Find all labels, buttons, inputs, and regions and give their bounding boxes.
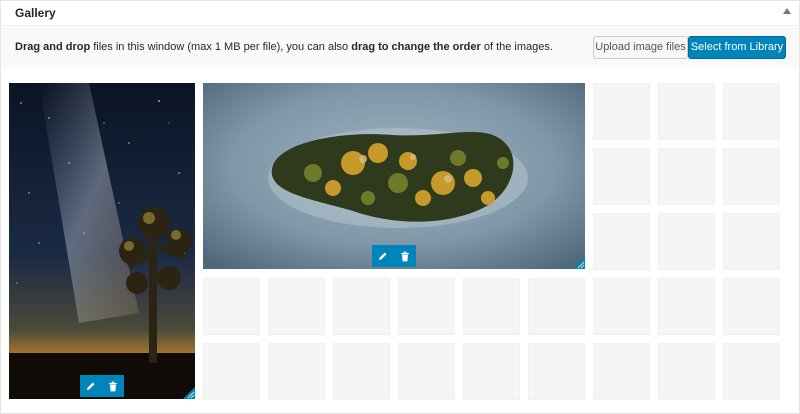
empty-slot xyxy=(723,83,780,140)
image-actions xyxy=(80,375,124,397)
empty-slot xyxy=(463,278,520,335)
night-sky-photo xyxy=(9,83,195,399)
empty-slot xyxy=(333,278,390,335)
upload-instructions: Drag and drop files in this window (max … xyxy=(15,41,553,53)
collapse-icon[interactable] xyxy=(783,8,791,14)
trash-icon[interactable] xyxy=(394,245,416,267)
empty-slot xyxy=(593,278,650,335)
image-actions xyxy=(372,245,416,267)
empty-slot xyxy=(463,343,520,400)
empty-slot xyxy=(658,343,715,400)
empty-slot xyxy=(398,343,455,400)
gallery-toolbar: Drag and drop files in this window (max … xyxy=(1,27,799,67)
empty-slot xyxy=(528,343,585,400)
pencil-icon[interactable] xyxy=(372,245,394,267)
empty-slot xyxy=(593,83,650,140)
gallery-image-night-sky[interactable] xyxy=(9,83,195,399)
instructions-reorder: drag to change the order xyxy=(351,41,481,53)
empty-slot xyxy=(658,148,715,205)
empty-slot xyxy=(268,343,325,400)
panel-title: Gallery xyxy=(15,6,56,20)
upload-image-files-button[interactable]: Upload image files xyxy=(593,36,688,59)
empty-slot xyxy=(723,148,780,205)
island-photo xyxy=(203,83,585,269)
gallery-image-island[interactable] xyxy=(203,83,585,269)
empty-slot xyxy=(723,343,780,400)
empty-slot xyxy=(593,343,650,400)
gallery-grid xyxy=(1,67,799,413)
instructions-drag-drop: Drag and drop xyxy=(15,41,91,53)
instructions-text-end: of the images. xyxy=(480,41,553,53)
resize-handle-icon[interactable] xyxy=(573,257,585,269)
empty-slot xyxy=(203,278,260,335)
select-from-library-button[interactable]: Select from Library xyxy=(688,36,786,59)
empty-slot xyxy=(593,148,650,205)
empty-slot xyxy=(658,278,715,335)
trash-icon[interactable] xyxy=(102,375,124,397)
empty-slot xyxy=(658,83,715,140)
empty-slot xyxy=(203,343,260,400)
panel-header[interactable]: Gallery xyxy=(1,1,799,26)
empty-slot xyxy=(593,213,650,270)
empty-slot xyxy=(268,278,325,335)
empty-slot xyxy=(333,343,390,400)
empty-slot xyxy=(398,278,455,335)
empty-slot xyxy=(723,278,780,335)
empty-slot xyxy=(658,213,715,270)
empty-slot xyxy=(528,278,585,335)
resize-handle-icon[interactable] xyxy=(183,387,195,399)
instructions-text: files in this window (max 1 MB per file)… xyxy=(90,41,352,53)
pencil-icon[interactable] xyxy=(80,375,102,397)
empty-slot xyxy=(723,213,780,270)
gallery-panel: Gallery Drag and drop files in this wind… xyxy=(0,0,800,414)
